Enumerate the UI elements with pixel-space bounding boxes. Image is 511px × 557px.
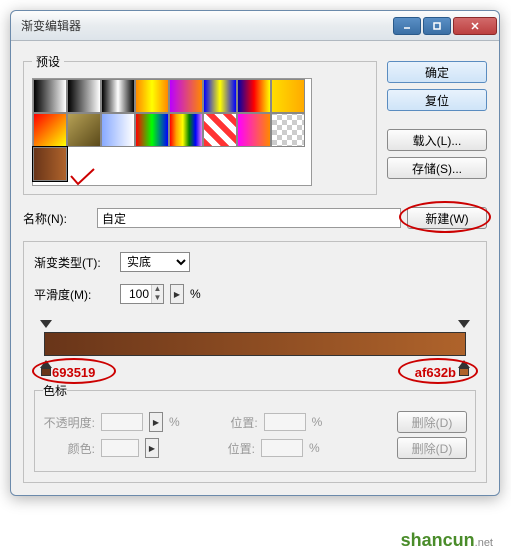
pct-label: % [312, 415, 323, 429]
presets-legend: 预设 [32, 53, 64, 70]
delete-color-button: 删除(D) [397, 437, 467, 459]
preset-swatch[interactable] [203, 79, 237, 113]
spin-down-icon[interactable]: ▼ [151, 294, 163, 303]
ok-label: 确定 [425, 64, 449, 81]
preset-swatch[interactable] [33, 79, 67, 113]
preset-swatch[interactable] [101, 113, 135, 147]
smooth-unit: % [190, 287, 201, 301]
opacity-input [101, 413, 143, 431]
dropdown-icon: ▶ [145, 438, 159, 458]
opacity-stop-right[interactable] [458, 320, 470, 332]
titlebar[interactable]: 渐变编辑器 [11, 11, 499, 41]
position-label: 位置: [203, 440, 255, 457]
preset-grid[interactable] [32, 78, 312, 186]
reset-label: 复位 [425, 92, 449, 109]
preset-swatch[interactable] [101, 79, 135, 113]
save-button[interactable]: 存储(S)... [387, 157, 487, 179]
new-label: 新建(W) [425, 210, 468, 227]
preset-swatch[interactable] [67, 113, 101, 147]
preset-swatch[interactable] [203, 113, 237, 147]
preset-swatch[interactable] [33, 113, 67, 147]
preset-swatch[interactable] [271, 79, 305, 113]
maximize-button[interactable] [423, 17, 451, 35]
type-select[interactable]: 实底 [120, 252, 190, 272]
position-label: 位置: [206, 414, 258, 431]
save-label: 存储(S)... [412, 160, 462, 177]
dropdown-icon: ▶ [149, 412, 163, 432]
stops-fieldset: 色标 不透明度: ▶ % 位置: % 删除(D) 颜色: ▶ 位置: [34, 382, 476, 472]
watermark: shancun.net [401, 530, 493, 551]
smooth-label: 平滑度(M): [34, 286, 114, 303]
presets-fieldset: 预设 [23, 53, 377, 195]
preset-swatch[interactable] [237, 113, 271, 147]
color-stop-left[interactable] [40, 360, 52, 372]
name-input[interactable] [97, 208, 401, 228]
preset-swatch[interactable] [169, 79, 203, 113]
delete-opacity-button: 删除(D) [397, 411, 467, 433]
color-stop-right[interactable] [458, 360, 470, 372]
preset-swatch[interactable] [33, 147, 67, 181]
preset-swatch[interactable] [135, 79, 169, 113]
smooth-input[interactable]: ▲▼ [120, 284, 164, 304]
preset-swatch[interactable] [169, 113, 203, 147]
pct-label: % [169, 415, 180, 429]
pct-label: % [309, 441, 320, 455]
gradient-editor-window: 渐变编辑器 预设 [10, 10, 500, 496]
opacity-label: 不透明度: [43, 414, 95, 431]
gradient-fieldset: 渐变类型(T): 实底 平滑度(M): ▲▼ ▶ % [23, 241, 487, 483]
name-label: 名称(N): [23, 210, 91, 227]
gradient-bar[interactable] [44, 332, 466, 356]
window-title: 渐变编辑器 [21, 17, 393, 34]
color-label: 颜色: [43, 440, 95, 457]
opacity-stop-left[interactable] [40, 320, 52, 332]
color-position-input [261, 439, 303, 457]
type-label: 渐变类型(T): [34, 254, 114, 271]
annotation-start-hex: 693519 [52, 365, 95, 380]
preset-swatch[interactable] [135, 113, 169, 147]
preset-swatch[interactable] [67, 79, 101, 113]
gradient-bar-area: 693519 af632b [34, 322, 476, 382]
preset-swatch[interactable] [237, 79, 271, 113]
load-label: 载入(L)... [413, 132, 462, 149]
load-button[interactable]: 载入(L)... [387, 129, 487, 151]
smooth-value[interactable] [121, 287, 151, 301]
reset-button[interactable]: 复位 [387, 89, 487, 111]
dropdown-icon[interactable]: ▶ [170, 284, 184, 304]
stops-legend: 色标 [43, 382, 67, 399]
close-button[interactable] [453, 17, 497, 35]
opacity-position-input [264, 413, 306, 431]
ok-button[interactable]: 确定 [387, 61, 487, 83]
annotation-end-hex: af632b [415, 365, 456, 380]
color-swatch [101, 439, 139, 457]
preset-swatch[interactable] [271, 113, 305, 147]
minimize-button[interactable] [393, 17, 421, 35]
new-button[interactable]: 新建(W) [407, 207, 487, 229]
